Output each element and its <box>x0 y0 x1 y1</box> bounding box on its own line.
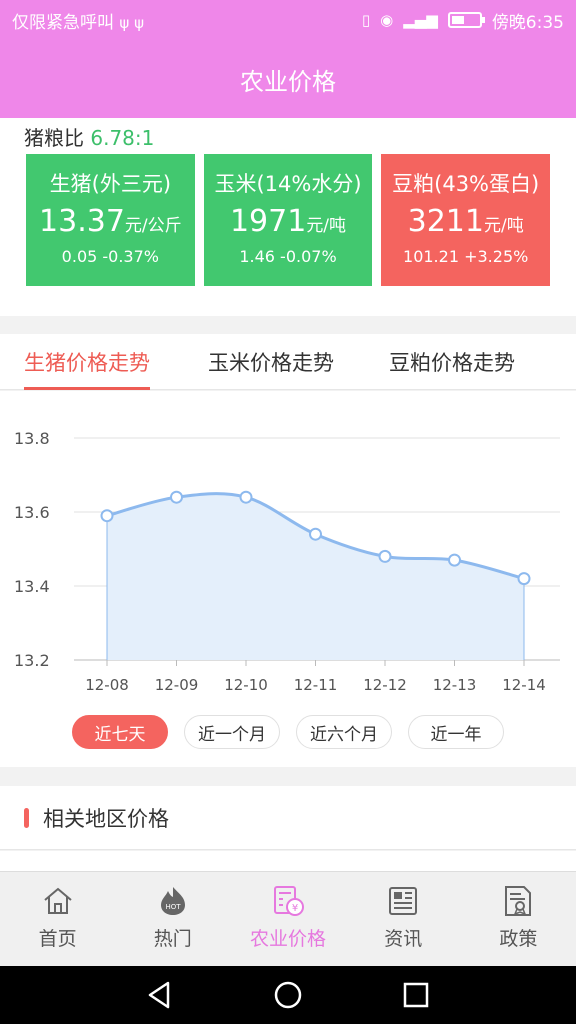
y-tick-label: 13.4 <box>14 577 50 596</box>
svg-text:¥: ¥ <box>292 903 298 914</box>
nav-item-agri-price[interactable]: ¥ 农业价格 <box>230 872 345 966</box>
price-trend-chart: 13.2 13.4 13.6 13.8 12-08 12-09 12-10 12-11 12-1… <box>14 429 560 694</box>
tab-hog-trend[interactable]: 生猪价格走势 <box>24 334 150 390</box>
trend-tabs: 生猪价格走势 玉米价格走势 豆粕价格走势 <box>0 334 576 390</box>
x-tick-label: 12-09 <box>155 676 199 694</box>
status-right: ▯ ◉ ▂▄▆ 傍晚6:35 <box>362 8 564 33</box>
nav-label: 农业价格 <box>250 928 327 950</box>
x-tick-label: 12-13 <box>433 676 477 694</box>
tab-corn-trend[interactable]: 玉米价格走势 <box>208 334 334 390</box>
range-1-year-button[interactable]: 近一年 <box>408 715 504 749</box>
recents-icon[interactable] <box>400 979 432 1011</box>
range-7-days-button[interactable]: 近七天 <box>72 715 168 749</box>
signal-icon: ▂▄▆ <box>403 11 438 29</box>
price-calculator-icon: ¥ <box>274 886 304 916</box>
card-unit: 元/吨 <box>483 216 524 236</box>
bottom-nav: 首页 HOT 热门 ¥ 农业价格 资讯 政策 <box>0 871 576 966</box>
tab-soymeal-trend[interactable]: 豆粕价格走势 <box>389 334 515 390</box>
card-name: 豆粕(43%蛋白) <box>392 172 540 196</box>
price-card-soymeal[interactable]: 豆粕(43%蛋白) 3211元/吨 101.21 +3.25% <box>381 154 551 286</box>
card-unit: 元/吨 <box>306 216 347 236</box>
hog-grain-ratio: 猪粮比 6.78:1 <box>24 122 154 151</box>
data-point <box>239 490 253 504</box>
card-change: 1.46 -0.07% <box>239 247 337 266</box>
policy-icon <box>505 886 532 916</box>
data-point <box>378 549 392 563</box>
nav-item-home[interactable]: 首页 <box>0 872 115 966</box>
y-tick-label: 13.2 <box>14 651 50 670</box>
nav-label: 政策 <box>499 928 538 950</box>
y-tick-label: 13.8 <box>14 429 50 448</box>
x-tick-label: 12-11 <box>294 676 338 694</box>
price-card-corn[interactable]: 玉米(14%水分) 1971元/吨 1.46 -0.07% <box>203 154 373 286</box>
related-region-title: 相关地区价格 <box>43 806 169 831</box>
nav-item-hot[interactable]: HOT 热门 <box>115 872 230 966</box>
ratio-label: 猪粮比 <box>24 126 84 150</box>
x-tick-label: 12-10 <box>224 676 268 694</box>
card-change: 101.21 +3.25% <box>403 247 529 266</box>
status-bar: 仅限紧急呼叫 ψ ψ ▯ ◉ ▂▄▆ 傍晚6:35 <box>0 0 576 40</box>
nav-label: 热门 <box>153 928 192 950</box>
data-point <box>517 572 531 586</box>
card-change: 0.05 -0.37% <box>61 247 159 266</box>
card-name: 玉米(14%水分) <box>214 172 362 196</box>
price-overview: 猪粮比 6.78:1 生猪(外三元) 13.37元/公斤 0.05 -0.37%… <box>0 118 576 316</box>
card-price: 13.37元/公斤 <box>39 204 182 239</box>
x-tick-label: 12-12 <box>363 676 407 694</box>
nav-label: 首页 <box>38 928 77 950</box>
range-6-months-button[interactable]: 近六个月 <box>296 715 392 749</box>
card-name: 生猪(外三元) <box>49 172 172 196</box>
battery-icon <box>447 12 485 28</box>
data-point <box>100 509 114 523</box>
content-spacer <box>0 851 576 871</box>
trend-chart-section: 13.2 13.4 13.6 13.8 12-08 12-09 12-10 12-11 12-1… <box>0 391 576 767</box>
price-cards: 生猪(外三元) 13.37元/公斤 0.05 -0.37% 玉米(14%水分) … <box>26 154 551 286</box>
card-price: 1971元/吨 <box>229 204 347 239</box>
y-tick-label: 13.6 <box>14 503 50 522</box>
nav-label: 资讯 <box>384 928 423 950</box>
hot-icon: HOT <box>160 887 185 915</box>
x-tick-label: 12-14 <box>502 676 546 694</box>
section-marker <box>24 807 29 828</box>
price-card-hog[interactable]: 生猪(外三元) 13.37元/公斤 0.05 -0.37% <box>26 154 195 286</box>
usb-icon: ψ ψ <box>119 13 144 32</box>
nav-item-policy[interactable]: 政策 <box>461 872 576 966</box>
series-area <box>107 493 524 660</box>
nav-item-news[interactable]: 资讯 <box>346 872 461 966</box>
related-region-prices[interactable]: 相关地区价格 <box>0 786 576 850</box>
card-unit: 元/公斤 <box>124 216 182 236</box>
system-navigation-bar <box>0 966 576 1024</box>
x-tick-label: 12-08 <box>85 676 129 694</box>
vibrate-icon: ▯ <box>361 11 371 29</box>
back-icon[interactable] <box>144 979 176 1011</box>
data-point <box>170 490 183 504</box>
status-time: 傍晚6:35 <box>491 12 564 33</box>
home-button-icon[interactable] <box>272 979 304 1011</box>
range-1-month-button[interactable]: 近一个月 <box>184 715 280 749</box>
emergency-call-text: 仅限紧急呼叫 <box>12 12 114 33</box>
app-header: 农业价格 <box>0 40 576 118</box>
status-left: 仅限紧急呼叫 ψ ψ <box>12 8 144 33</box>
svg-text:HOT: HOT <box>165 903 181 911</box>
ratio-value: 6.78:1 <box>90 126 155 150</box>
page-title: 农业价格 <box>240 67 336 96</box>
home-icon <box>43 887 72 914</box>
wifi-icon: ◉ <box>380 11 394 29</box>
card-price: 3211元/吨 <box>407 204 524 239</box>
data-point <box>448 553 461 567</box>
news-icon <box>389 887 418 915</box>
data-point <box>309 527 322 541</box>
